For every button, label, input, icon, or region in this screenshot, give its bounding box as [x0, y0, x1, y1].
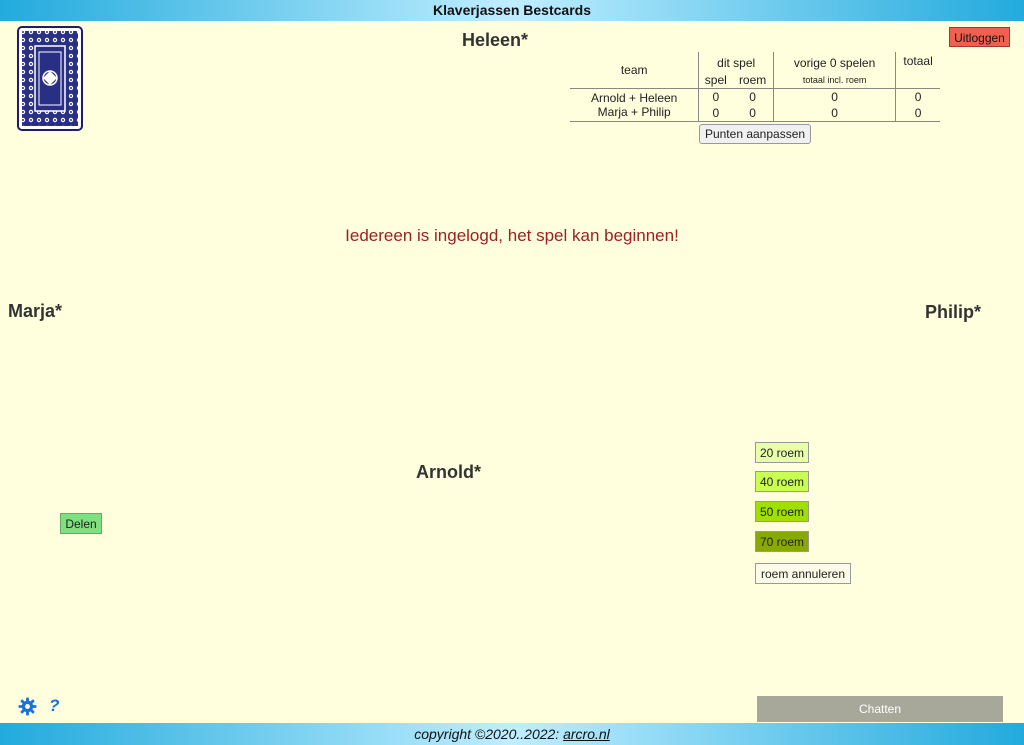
totaal-cell: 0: [895, 105, 940, 122]
roem-cell: 0: [749, 106, 756, 120]
vorige-cell: 0: [772, 105, 896, 122]
roem-cell: 0: [732, 88, 774, 105]
col-team-header: team: [620, 63, 648, 77]
copyright-text: copyright ©2020..2022:: [414, 726, 564, 742]
player-left-name: Marja*: [8, 301, 63, 321]
player-top-name: Heleen*: [462, 30, 529, 50]
player-right-name: Philip*: [925, 302, 982, 322]
col-totaal-incl-header: totaal incl. roem: [772, 71, 896, 89]
chat-button[interactable]: Chatten: [757, 696, 1003, 722]
footer: copyright ©2020..2022: arcro.nl: [0, 723, 1024, 745]
col-roem-header: roem: [738, 72, 767, 87]
spel-cell: 0: [698, 88, 733, 105]
app-title: Klaverjassen Bestcards: [433, 2, 591, 18]
card-back-icon: [17, 26, 83, 131]
col-spel-header: spel: [698, 71, 733, 89]
col-vorige-header: vorige 0 spelen: [772, 52, 896, 72]
logout-button[interactable]: Uitloggen: [949, 27, 1010, 47]
vorige-cell: 0: [772, 88, 896, 105]
footer-link[interactable]: arcro.nl: [563, 726, 610, 742]
team-cell: Marja + Philip: [597, 105, 671, 119]
status-message: Iedereen is ingelogd, het spel kan begin…: [345, 226, 679, 245]
totaal-cell: 0: [895, 88, 940, 105]
app-title-bar: Klaverjassen Bestcards: [0, 0, 1024, 21]
roem-cancel-button[interactable]: roem annuleren: [755, 563, 851, 584]
score-table: team dit spel vorige 0 spelen totaal spe…: [570, 52, 940, 147]
roem-50-button[interactable]: 50 roem: [755, 501, 809, 522]
deal-button[interactable]: Delen: [60, 513, 102, 534]
roem-40-button[interactable]: 40 roem: [755, 471, 809, 492]
help-icon[interactable]: ?: [49, 696, 59, 716]
roem-20-button[interactable]: 20 roem: [755, 442, 809, 463]
team-cell: Arnold + Heleen: [570, 88, 699, 105]
col-totaal-header: totaal: [895, 52, 940, 89]
adjust-points-button[interactable]: Punten aanpassen: [698, 124, 812, 144]
roem-70-button[interactable]: 70 roem: [755, 531, 809, 552]
gear-icon[interactable]: [18, 697, 37, 716]
col-dit-spel-header: dit spel: [698, 52, 774, 72]
spel-cell: 0: [698, 105, 733, 122]
player-bottom-name: Arnold*: [416, 462, 481, 482]
